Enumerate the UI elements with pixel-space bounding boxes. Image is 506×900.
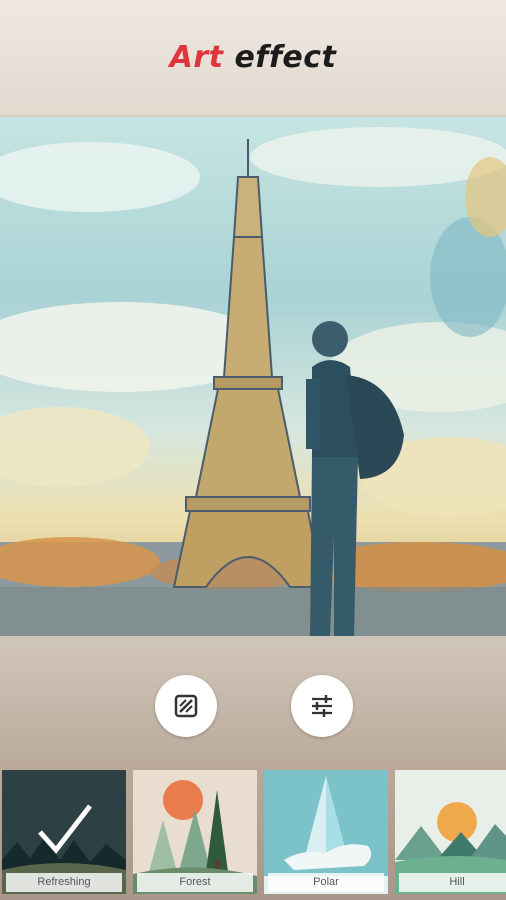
filter-strip: Refreshing Forest Polar Hill	[0, 770, 506, 894]
artwork-preview[interactable]	[0, 117, 506, 636]
title-accent: Art	[169, 40, 224, 75]
filter-refreshing[interactable]: Refreshing	[2, 770, 126, 894]
filter-polar[interactable]: Polar	[264, 770, 388, 894]
filter-label: Refreshing	[6, 873, 122, 892]
filter-label: Polar	[268, 873, 384, 892]
artwork-image	[0, 117, 506, 636]
title-rest: effect	[234, 40, 337, 75]
adjust-button[interactable]	[291, 675, 353, 737]
filter-forest[interactable]: Forest	[133, 770, 257, 894]
header: Art effect	[0, 0, 506, 115]
adjust-sliders-icon	[312, 695, 332, 717]
page-title: Art effect	[170, 40, 337, 75]
eraser-button[interactable]	[155, 675, 217, 737]
filter-hill[interactable]: Hill	[395, 770, 506, 894]
filter-label: Forest	[137, 873, 253, 892]
tool-bar	[0, 675, 506, 737]
filter-label: Hill	[399, 873, 506, 892]
eraser-icon	[174, 694, 198, 718]
